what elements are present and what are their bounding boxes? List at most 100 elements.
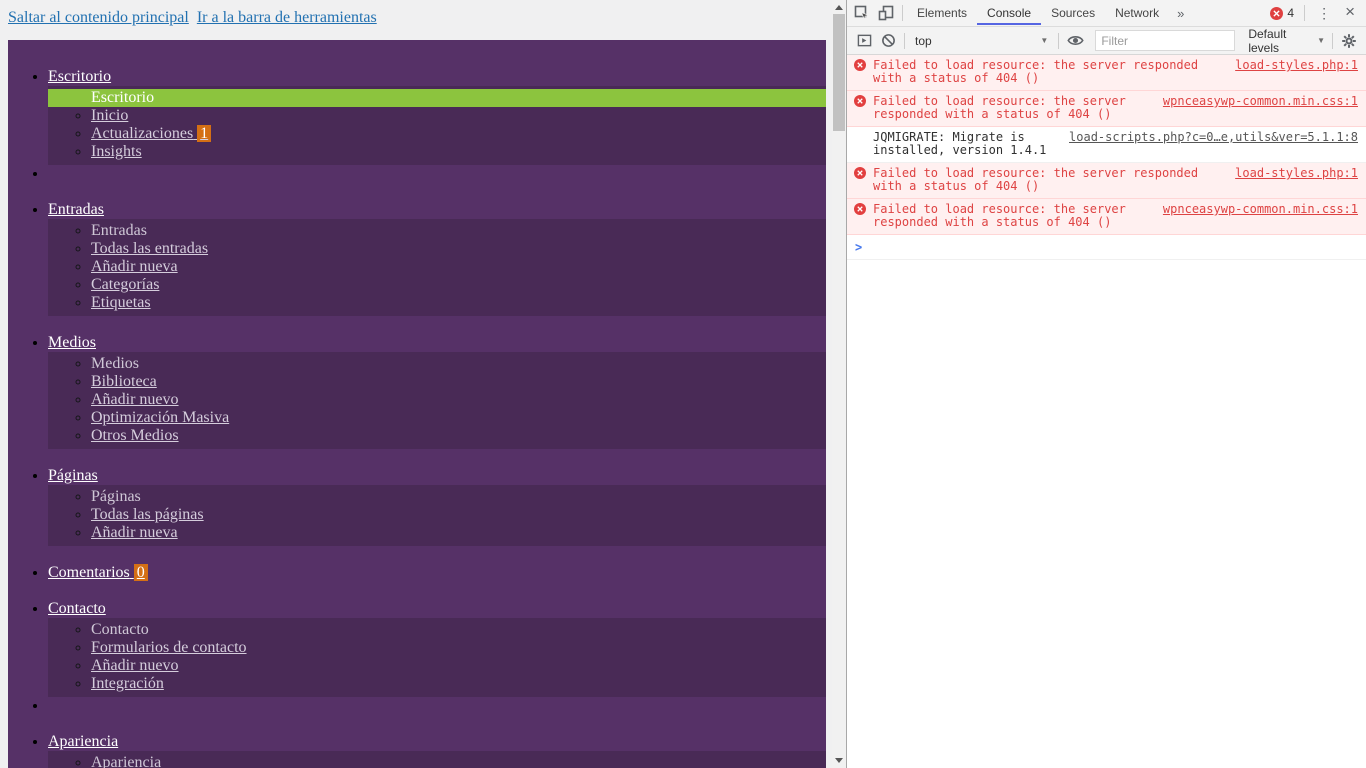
submenu-link-optimizacion-masiva[interactable]: Optimización Masiva — [91, 409, 229, 426]
admin-menu: EscritorioEscritorioInicioActualizacione… — [8, 40, 826, 768]
console-message-source-link[interactable]: wpnceasywp-common.min.css:1 — [1163, 203, 1358, 216]
submenu-item-anadir-nuevo: Añadir nuevo — [91, 657, 826, 675]
toolbar-separator — [902, 5, 903, 21]
scrollbar-up-arrow-icon[interactable] — [835, 5, 843, 10]
menu-item-apariencia: AparienciaAparienciaTemasPersonalizarWid… — [48, 715, 826, 768]
admin-menu-list: EscritorioEscritorioInicioActualizacione… — [8, 40, 826, 768]
menu-separator — [48, 165, 826, 183]
toolbar-separator — [1332, 32, 1333, 49]
submenu-link-etiquetas[interactable]: Etiquetas — [91, 294, 151, 311]
more-tabs-button[interactable]: » — [1169, 6, 1192, 21]
submenu-item-otros-medios: Otros Medios — [91, 427, 826, 445]
submenu-apariencia: AparienciaTemasPersonalizarWidgets — [48, 751, 826, 768]
submenu-label: Páginas — [91, 488, 141, 505]
live-expression-eye-icon[interactable] — [1063, 29, 1087, 53]
submenu-link-anadir-nuevo[interactable]: Añadir nuevo — [91, 657, 179, 674]
console-message-source-link[interactable]: load-styles.php:1 — [1235, 59, 1358, 72]
console-message-source-link[interactable]: load-styles.php:1 — [1235, 167, 1358, 180]
console-message-source-link[interactable]: wpnceasywp-common.min.css:1 — [1163, 95, 1358, 108]
submenu-item-anadir-nueva: Añadir nueva — [91, 258, 826, 276]
submenu-item-todas-las-paginas: Todas las páginas — [91, 506, 826, 524]
submenu-item-todas-las-entradas: Todas las entradas — [91, 240, 826, 258]
tab-console[interactable]: Console — [977, 1, 1042, 25]
submenu-item-inicio: Inicio — [91, 107, 826, 125]
submenu-item-categorias: Categorías — [91, 276, 826, 294]
scrollbar-down-arrow-icon[interactable] — [835, 758, 843, 763]
menu-link-paginas[interactable]: Páginas — [48, 467, 98, 484]
console-message-text: wpnceasywp-common.min.css:1 Failed to loa… — [873, 94, 1358, 121]
inspect-element-icon[interactable] — [850, 1, 874, 25]
screen: Saltar al contenido principal Ir a la ba… — [0, 0, 1366, 768]
submenu-link-anadir-nueva[interactable]: Añadir nueva — [91, 258, 178, 275]
execution-context-select[interactable]: top ▼ — [909, 34, 1054, 48]
submenu-item-paginas: Páginas — [91, 488, 826, 506]
menu-link-escritorio[interactable]: Escritorio — [48, 68, 111, 85]
menu-item-medios: MediosMediosBibliotecaAñadir nuevoOptimi… — [48, 316, 826, 449]
console-message-text: load-styles.php:1 Failed to load resource… — [873, 58, 1358, 85]
log-levels-select[interactable]: Default levels ▼ — [1241, 27, 1332, 55]
error-count-icon[interactable] — [1270, 6, 1284, 20]
tab-elements[interactable]: Elements — [907, 1, 977, 25]
menu-icon-placeholder — [48, 449, 826, 467]
toolbar-separator — [1058, 32, 1060, 49]
console-prompt[interactable]: > — [847, 235, 1366, 260]
submenu-item-optimizacion-masiva: Optimización Masiva — [91, 409, 826, 427]
submenu-active-item[interactable]: Escritorio — [48, 89, 826, 107]
submenu-link-formularios-de-contacto[interactable]: Formularios de contacto — [91, 639, 247, 656]
console-message-source-link[interactable]: load-scripts.php?c=0…e,utils&ver=5.1.1:8 — [1069, 131, 1358, 144]
clear-console-icon[interactable] — [876, 29, 900, 53]
submenu-link-integracion[interactable]: Integración — [91, 675, 164, 692]
skip-to-toolbar-link[interactable]: Ir a la barra de herramientas — [197, 9, 377, 26]
devtools-close-icon[interactable]: × — [1339, 2, 1363, 24]
submenu-link-anadir-nueva[interactable]: Añadir nueva — [91, 524, 178, 541]
submenu-paginas: PáginasTodas las páginasAñadir nueva — [48, 485, 826, 546]
page-scrollbar[interactable] — [832, 0, 846, 768]
device-toolbar-icon[interactable] — [874, 1, 898, 25]
console-message-text: load-scripts.php?c=0…e,utils&ver=5.1.1:8… — [873, 130, 1358, 157]
submenu-escritorio: EscritorioInicioActualizaciones 1Insight… — [48, 86, 826, 165]
console-sidebar-icon[interactable] — [852, 29, 876, 53]
devtools-menu-icon[interactable]: ⋮ — [1309, 5, 1339, 22]
submenu-link-anadir-nuevo[interactable]: Añadir nuevo — [91, 391, 179, 408]
error-circle-x-icon — [854, 59, 866, 71]
submenu-link-todas-las-paginas[interactable]: Todas las páginas — [91, 506, 204, 523]
error-count: 4 — [1287, 6, 1295, 20]
submenu-link-insights[interactable]: Insights — [91, 143, 142, 160]
console-filter-input[interactable] — [1095, 30, 1236, 51]
chevron-down-icon: ▼ — [1317, 36, 1325, 45]
submenu-link-otros-medios[interactable]: Otros Medios — [91, 427, 179, 444]
menu-link-apariencia[interactable]: Apariencia — [48, 733, 118, 750]
submenu-item-actualizaciones: Actualizaciones 1 — [91, 125, 826, 143]
chevron-down-icon: ▼ — [1040, 36, 1049, 45]
tab-sources[interactable]: Sources — [1041, 1, 1105, 25]
menu-link-comentarios[interactable]: Comentarios 0 — [48, 564, 148, 581]
console-message-error: wpnceasywp-common.min.css:1 Failed to loa… — [847, 91, 1366, 127]
update-count-badge: 1 — [197, 125, 212, 142]
submenu-item-insights: Insights — [91, 143, 826, 161]
submenu-link-biblioteca[interactable]: Biblioteca — [91, 373, 157, 390]
devtools-panel: ElementsConsoleSourcesNetwork » 4 ⋮ × — [846, 0, 1366, 768]
submenu-link-categorias[interactable]: Categorías — [91, 276, 159, 293]
menu-link-contacto[interactable]: Contacto — [48, 600, 106, 617]
console-message-log: load-scripts.php?c=0…e,utils&ver=5.1.1:8… — [847, 127, 1366, 163]
menu-separator — [48, 697, 826, 715]
submenu-link-inicio[interactable]: Inicio — [91, 107, 128, 124]
submenu-link-actualizaciones[interactable]: Actualizaciones 1 — [91, 125, 212, 142]
menu-link-medios[interactable]: Medios — [48, 334, 96, 351]
submenu-item-formularios-de-contacto: Formularios de contacto — [91, 639, 826, 657]
submenu-entradas: EntradasTodas las entradasAñadir nuevaCa… — [48, 219, 826, 316]
update-count-badge: 0 — [133, 564, 148, 581]
console-message-text: wpnceasywp-common.min.css:1 Failed to loa… — [873, 202, 1358, 229]
menu-item-paginas: PáginasPáginasTodas las páginasAñadir nu… — [48, 449, 826, 546]
error-icon — [854, 59, 867, 71]
console-toolbar: top ▼ Default levels ▼ — [847, 27, 1366, 55]
scrollbar-thumb[interactable] — [833, 14, 845, 131]
skip-to-content-link[interactable]: Saltar al contenido principal — [8, 9, 189, 26]
submenu-link-todas-las-entradas[interactable]: Todas las entradas — [91, 240, 208, 257]
console-settings-gear-icon[interactable] — [1337, 29, 1361, 53]
console-message-error: wpnceasywp-common.min.css:1 Failed to loa… — [847, 199, 1366, 235]
tab-network[interactable]: Network — [1105, 1, 1169, 25]
menu-link-entradas[interactable]: Entradas — [48, 201, 104, 218]
submenu-label: Contacto — [91, 621, 149, 638]
devtools-tabbar: Elements Console Sources Network » 4 ⋮ × — [847, 0, 1366, 27]
